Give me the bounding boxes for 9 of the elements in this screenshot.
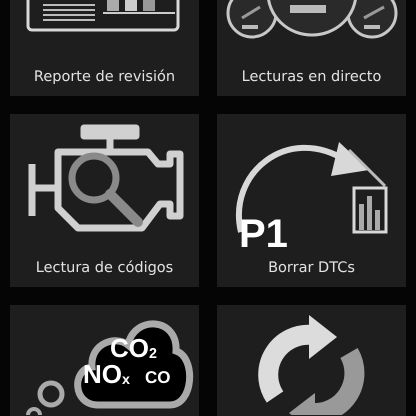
menu-tile[interactable]: P1 Borrar DTCs [217,114,406,287]
icon-text: CO [145,369,170,386]
menu-tile[interactable]: Reporte de revisión [10,0,199,96]
icon-text: NO$_{x}$ [83,361,130,387]
icon-text: P1 [239,214,288,254]
menu-tile[interactable]: Lectura de códigos [10,114,199,287]
icon-text: CO$_{2}$ [110,335,157,361]
menu-tile[interactable]: CO$_{2}$ NO$_{x}$ CO [10,305,199,416]
menu-tile[interactable]: Lecturas en directo [217,0,406,96]
